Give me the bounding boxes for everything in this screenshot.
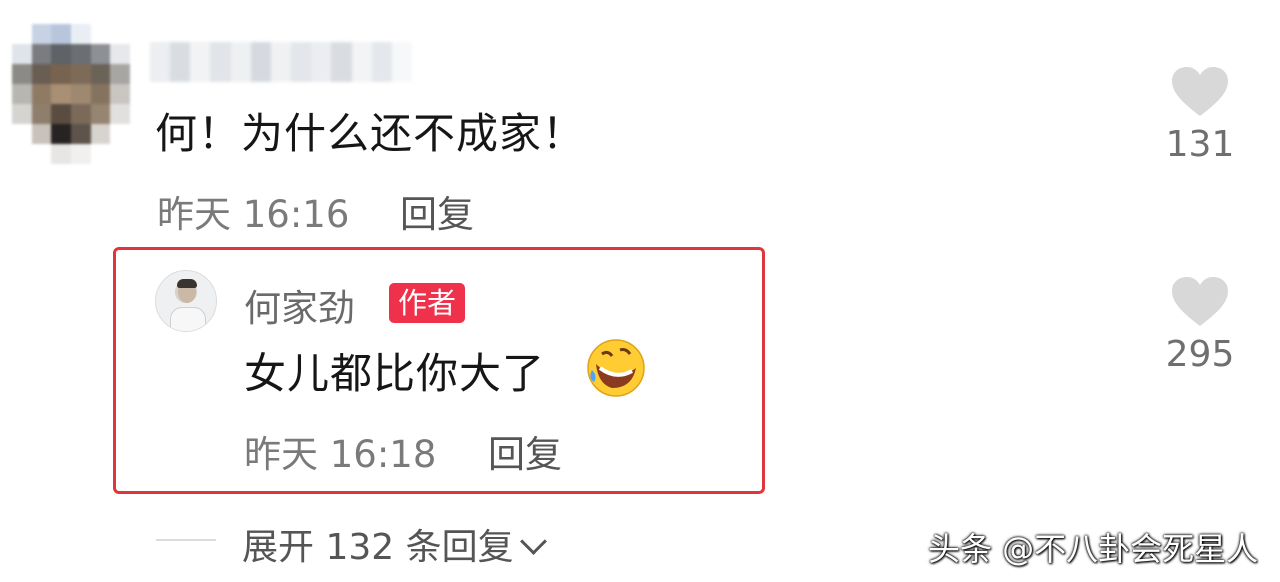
expand-replies-label: 展开 132 条回复 [242,527,514,568]
laughing-emoji-icon [587,339,645,397]
reply-button[interactable]: 回复 [400,184,474,238]
reply-button[interactable]: 回复 [488,424,562,478]
watermark: 头条 @不八卦会死星人 [928,530,1259,568]
blurred-avatar[interactable] [12,24,130,164]
like-count: 131 [1165,124,1235,165]
author-avatar[interactable] [155,270,217,332]
author-badge: 作者 [389,283,466,323]
heart-icon [1172,277,1228,326]
heart-icon [1172,67,1228,116]
reply-timestamp: 昨天 16:18 [244,433,437,476]
like-count: 295 [1165,334,1235,375]
chevron-down-icon [519,528,547,555]
comment-text: 何！为什么还不成家！ [155,109,586,158]
like-button[interactable]: 131 [1160,66,1240,165]
expand-replies-button[interactable]: 展开 132 条回复 [242,518,547,570]
divider [156,539,216,541]
blurred-username[interactable] [150,42,413,82]
comment-timestamp: 昨天 16:16 [157,193,350,236]
like-button[interactable]: 295 [1160,276,1240,375]
reply-text: 女儿都比你大了 [244,349,546,398]
author-name[interactable]: 何家劲 [244,278,355,332]
